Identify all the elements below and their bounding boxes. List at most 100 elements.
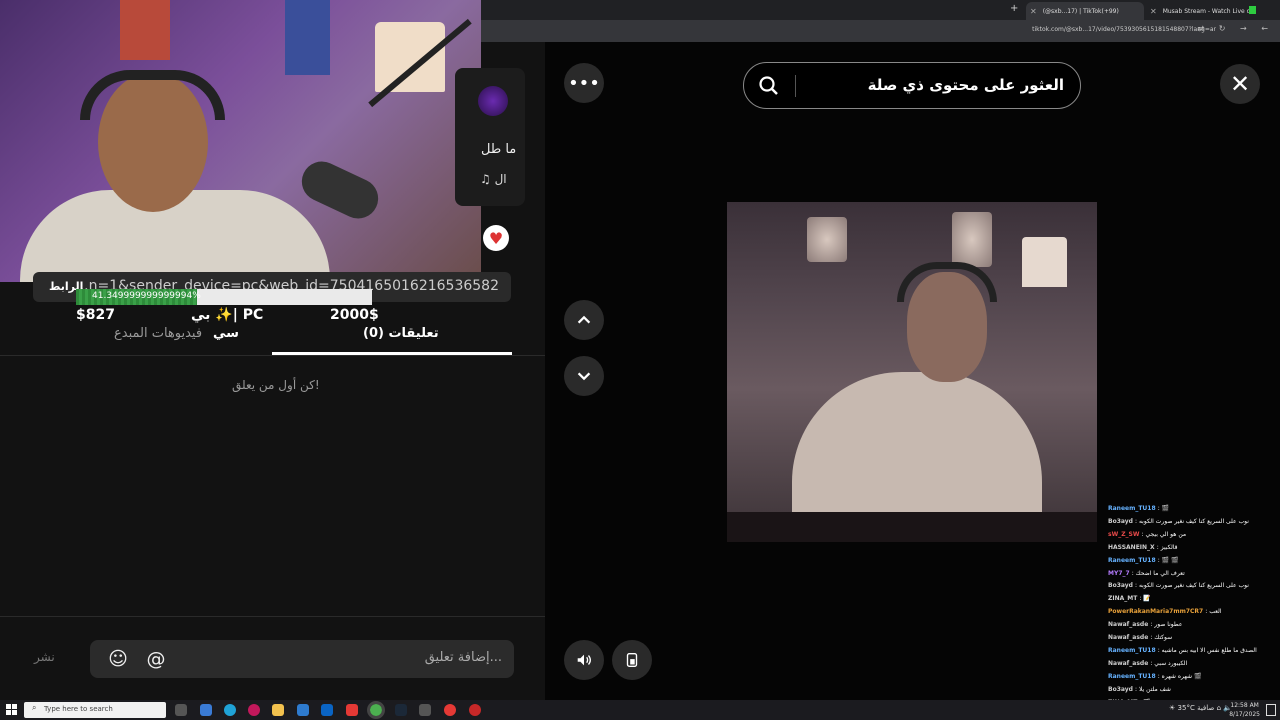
volume-button[interactable] [564,640,604,680]
store-icon[interactable] [297,704,309,716]
chat-username: sW_Z_SW [1108,530,1142,538]
weather-icon: ☀ [1169,704,1176,712]
chat-message: Bo3ayd : نوب على السريع كنا كيف نغير صور… [1108,516,1280,529]
heart-icon[interactable]: ♥ [483,225,509,251]
chat-text: : تعرف الي ما اضحك [1131,569,1185,577]
chat-message: ZINA_MT : 📝 [1108,593,1280,606]
chat-text: : شهره شهره 🎬 [1157,672,1202,680]
chat-username: MY7_7 [1108,569,1132,577]
app-icon[interactable] [248,704,260,716]
progress-label: 41.349999999999994% [92,291,201,301]
app-icon[interactable] [200,704,212,716]
close-icon[interactable]: ✕ [1220,64,1260,104]
chat-username: ZINA_MT [1108,595,1140,603]
person-shirt [792,372,1042,522]
start-icon[interactable] [6,704,18,716]
chat-message: Raneem_TU18 : 🎬 [1108,503,1280,516]
chat-message: Raneem_TU18 : الصدق ما طلع نفس الا ابيه … [1108,645,1280,658]
chat-username: Raneem_TU18 [1108,646,1158,654]
more-options-icon[interactable]: ••• [564,63,604,103]
chat-text: : شف ملتن يلا [1135,685,1171,693]
video-bottom-shadow [727,512,1097,542]
empty-comments-text: كن أول من يعلق! [232,378,320,392]
chat-text: : عطونا صور [1150,621,1183,629]
chat-message: MY7_7 : تعرف الي ما اضحك [1108,568,1280,581]
headphones [897,262,997,302]
edge-icon[interactable] [224,704,236,716]
chat-username: Nawaf_asde [1108,659,1151,667]
chat-text: : سوكتك [1150,634,1173,642]
wall-lamp [807,217,847,262]
chat-message: Raneem_TU18 : 🎬 🎬 [1108,555,1280,568]
tab-creator-videos[interactable]: فيديوهات المبدع [114,326,202,341]
chat-message: sW_Z_SW : من هو الي بيجي [1108,529,1280,542]
floor-lamp [1022,237,1067,287]
tab-extra-label: سي [213,326,239,341]
post-button[interactable]: نشر [34,650,55,664]
close-tab-icon[interactable]: ✕ [1150,7,1157,16]
new-tab-icon[interactable]: + [1010,3,1018,14]
task-view-icon[interactable] [175,704,187,716]
pip-button[interactable] [612,640,652,680]
volume-icon [577,654,591,666]
emoji-icon[interactable]: ☺ [108,649,128,669]
goal-left-value: $827 [76,307,115,323]
file-explorer-icon[interactable] [272,704,284,716]
chrome-icon[interactable] [367,701,385,719]
network-icon: ⌂ [1216,704,1222,712]
notifications-icon[interactable] [1266,704,1276,716]
previous-video-button[interactable] [564,300,604,340]
clock-date: 8/17/2025 [1229,711,1260,718]
taskbar-search[interactable]: ⌕ Type here to search [24,702,166,718]
avatar[interactable] [478,86,508,116]
tab-musab-stream[interactable]: ✕ Musab Stream - Watch Live on [1146,2,1266,20]
live-chat-overlay: Raneem_TU18 : 🎬 Bo3ayd : نوب على السريع ك… [1108,503,1280,717]
system-tray[interactable]: ☀ 35°C صافية ⌂ 🔈 [1169,704,1232,712]
clock-time: 12:58 AM [1230,702,1259,709]
extension-icon[interactable] [1249,6,1256,14]
youtube-icon[interactable] [346,704,358,716]
search-input[interactable]: العثور على محتوى ذي صلة [743,62,1081,109]
browser-nav-icons[interactable]: ⇄ ↻ → ← [1198,24,1274,33]
chat-username: HASSANEIN_X [1108,543,1157,551]
stat-middle: بي ✨| PC [191,307,264,323]
tab-tiktok-label: (@sxb...17) | TikTok(+99) [1042,7,1119,15]
app-icon[interactable] [444,704,456,716]
chat-message: Bo3ayd : شف ملتن يلا [1108,684,1280,697]
microphone [295,154,385,226]
address-bar[interactable]: tiktok.com/@sxb...17/video/7539305615181… [480,20,1280,42]
tab-comments[interactable]: (0) تعليقات [363,326,439,341]
chat-username: Bo3ayd [1108,685,1136,693]
goal-right-value: 2000$ [330,307,379,323]
search-placeholder: العثور على محتوى ذي صلة [867,76,1064,94]
chat-username: Nawaf_asde [1108,634,1151,642]
steam-icon[interactable] [395,704,407,716]
close-tab-icon[interactable]: ✕ [1030,7,1037,16]
chat-message: PowerRakanMaria7mm7CR7 : العب [1108,606,1280,619]
app-icon[interactable] [419,704,431,716]
video-frame[interactable] [727,202,1097,542]
chat-username: Bo3ayd [1108,582,1136,590]
weather-text: 35°C صافية [1177,704,1215,712]
clock[interactable]: 12:58 AM 8/17/2025 [1229,701,1260,719]
mail-icon[interactable] [321,704,333,716]
chat-username: Raneem_TU18 [1108,672,1158,680]
chat-text: : 📝 [1139,595,1151,603]
chat-message: Nawaf_asde : عطونا صور [1108,619,1280,632]
taskbar-search-placeholder: Type here to search [44,705,113,713]
url-text: tiktok.com/@sxb...17/video/7539305615181… [1032,26,1216,33]
mention-icon[interactable]: @ [146,649,166,669]
next-video-button[interactable] [564,356,604,396]
tab-tiktok[interactable]: ✕ (@sxb...17) | TikTok(+99) [1026,2,1144,20]
divider [0,355,545,356]
obs-icon[interactable] [469,704,481,716]
chat-username: Nawaf_asde [1108,621,1151,629]
wall-poster [120,0,170,60]
music-label[interactable]: ♫ ال [480,172,507,186]
chat-username: PowerRakanMaria7mm7CR7 [1108,608,1206,616]
divider [795,75,796,97]
chat-text: : 🎬 [1157,505,1170,512]
divider [0,616,545,617]
donation-progress-bar: 41.349999999999994% [76,289,372,305]
search-icon[interactable] [758,75,780,97]
